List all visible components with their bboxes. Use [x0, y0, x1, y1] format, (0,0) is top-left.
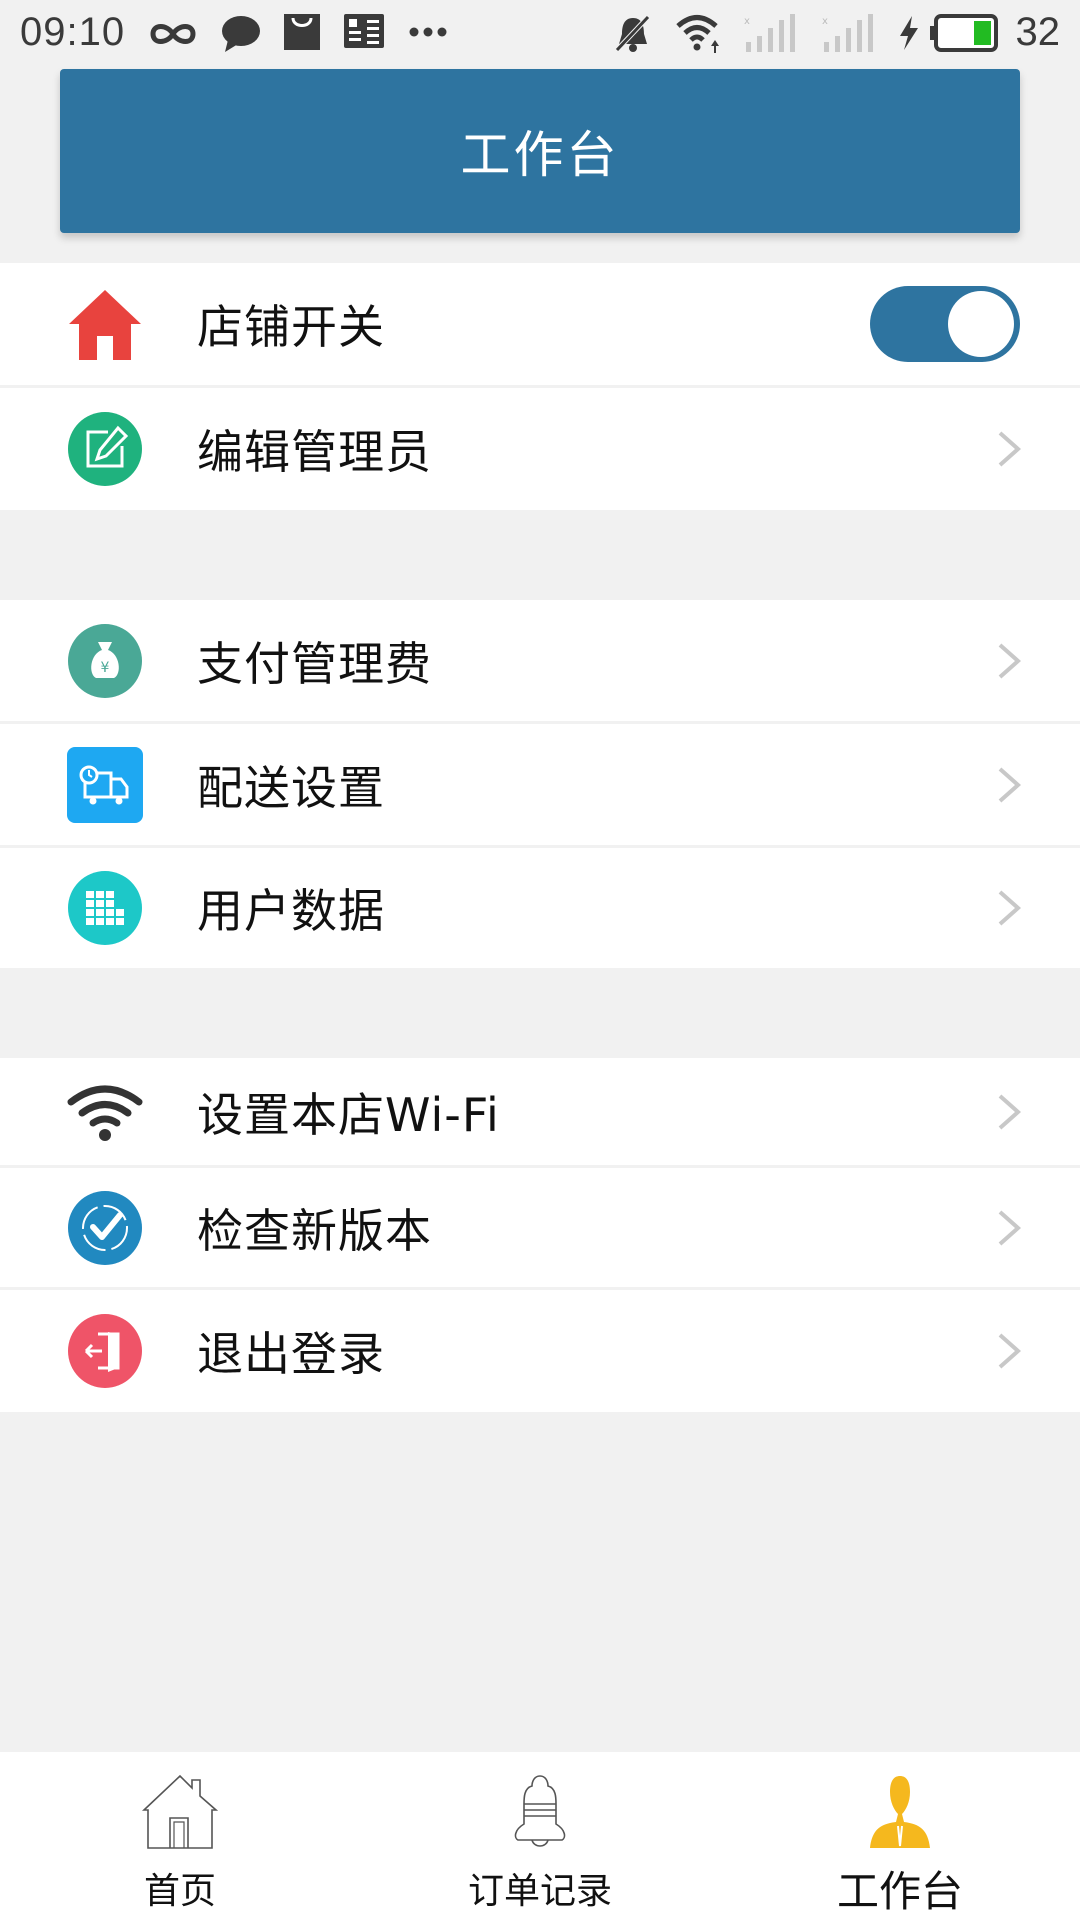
- page-title: 工作台: [460, 126, 620, 184]
- toggle-knob: [948, 291, 1014, 357]
- settings-group-3: 设置本店Wi-Fi 检查新版本 退出登录: [0, 1058, 1080, 1412]
- row-label: 支付管理费: [197, 636, 432, 691]
- money-bag-icon: ¥: [67, 623, 143, 699]
- tab-label: 首页: [143, 1871, 216, 1912]
- chevron-right-icon: [998, 1210, 1022, 1245]
- chevron-right-icon: [998, 643, 1022, 678]
- battery-icon: [930, 14, 998, 52]
- page-header: 工作台: [60, 69, 1020, 233]
- chevron-right-icon: [998, 1094, 1022, 1129]
- tab-label: 订单记录: [467, 1871, 612, 1912]
- tab-orders[interactable]: 订单记录: [360, 1752, 720, 1920]
- tab-workbench[interactable]: 工作台: [720, 1752, 1080, 1920]
- data-blocks-icon: [67, 870, 143, 946]
- user-icon: [870, 1776, 930, 1848]
- list-item-logout[interactable]: 退出登录: [0, 1290, 1080, 1412]
- charging-icon: [900, 16, 918, 50]
- list-item-shop-switch: 店铺开关: [0, 263, 1080, 388]
- list-item-user-data[interactable]: 用户数据: [0, 848, 1080, 968]
- signal-sim2-icon: x: [822, 14, 873, 52]
- row-label: 编辑管理员: [197, 425, 432, 479]
- settings-group-2: ¥ 支付管理费 配送设置 用户数据: [0, 600, 1080, 968]
- row-label: 配送设置: [197, 760, 385, 815]
- list-item-wifi-settings[interactable]: 设置本店Wi-Fi: [0, 1058, 1080, 1168]
- tab-label: 工作台: [836, 1867, 963, 1916]
- house-icon: [67, 286, 143, 362]
- row-label: 设置本店Wi-Fi: [197, 1087, 500, 1142]
- home-outline-icon: [141, 1774, 219, 1849]
- logout-icon: [67, 1313, 143, 1389]
- row-label: 店铺开关: [197, 300, 385, 354]
- update-check-icon: [67, 1190, 143, 1266]
- news-icon: [344, 14, 384, 48]
- chevron-right-icon: [998, 431, 1022, 467]
- shopping-bag-icon: [284, 14, 320, 50]
- row-label: 检查新版本: [197, 1203, 432, 1258]
- chevron-right-icon: [998, 1333, 1022, 1369]
- delivery-truck-icon: [67, 746, 143, 823]
- shop-switch-toggle[interactable]: [870, 286, 1020, 362]
- infinity-icon: [150, 24, 196, 44]
- bell-outline-icon: [514, 1775, 566, 1847]
- wifi-icon: [676, 15, 719, 53]
- status-time: 09:10: [20, 10, 126, 54]
- list-item-edit-admin[interactable]: 编辑管理员: [0, 388, 1080, 510]
- wifi-icon: [67, 1074, 143, 1150]
- svg-text:x: x: [822, 16, 828, 27]
- bottom-tab-bar: 首页 订单记录 工作台: [0, 1752, 1080, 1920]
- settings-group-1: 店铺开关 编辑管理员: [0, 263, 1080, 510]
- chevron-right-icon: [998, 890, 1022, 926]
- row-label: 用户数据: [197, 884, 385, 938]
- chevron-right-icon: [998, 767, 1022, 802]
- list-item-delivery-settings[interactable]: 配送设置: [0, 724, 1080, 848]
- signal-sim1-icon: x: [744, 14, 795, 52]
- mute-bell-icon: [615, 15, 650, 52]
- svg-text:x: x: [744, 16, 750, 27]
- chat-bubble-icon: [222, 16, 260, 52]
- list-item-pay-fee[interactable]: ¥ 支付管理费: [0, 600, 1080, 724]
- more-dots-icon: [409, 27, 447, 37]
- battery-level: 32: [1015, 10, 1061, 54]
- row-label: 退出登录: [197, 1327, 385, 1381]
- edit-icon: [67, 411, 143, 487]
- svg-text:¥: ¥: [101, 660, 110, 676]
- list-item-check-update[interactable]: 检查新版本: [0, 1168, 1080, 1290]
- status-bar: 09:10 x x 32: [0, 0, 1080, 66]
- tab-home[interactable]: 首页: [0, 1752, 360, 1920]
